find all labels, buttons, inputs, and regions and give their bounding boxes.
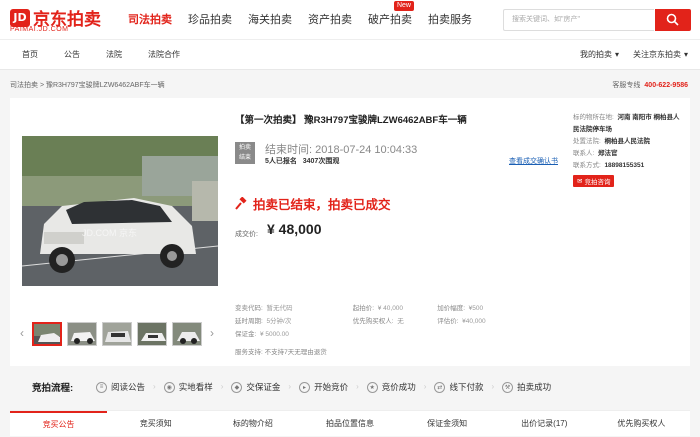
flow-step-read-notice: ≡ 阅读公告	[88, 376, 153, 398]
final-price: ¥ 48,000	[267, 221, 322, 237]
tab-bid-records[interactable]: 出价记录(17)	[496, 411, 593, 436]
detail-tabs: 竞买公告 竞买须知 标的物介绍 拍品位置信息 保证金须知 出价记录(17) 优先…	[10, 410, 690, 436]
end-time: 结束时间: 2018-07-24 10:04:33	[265, 144, 418, 156]
car-photo-image: JD.COM 京东	[22, 136, 218, 286]
tab-deposit-notice[interactable]: 保证金须知	[399, 411, 496, 436]
nav-asset-auction[interactable]: 资产拍卖	[300, 0, 360, 40]
document-icon: ≡	[96, 381, 107, 393]
chat-icon: ✉	[577, 178, 583, 185]
subnav-home[interactable]: 首页	[22, 40, 38, 70]
nav-bankruptcy-auction[interactable]: 破产拍卖 New	[360, 0, 420, 40]
meta-row: 延时周期: 5分钟/次 优先购买权人: 无 评估价: ¥40,000	[235, 318, 486, 325]
main-car-photo[interactable]: JD.COM 京东	[22, 136, 218, 286]
breadcrumb-row: 司法拍卖 > 豫R3H797宝骏牌LZW6462ABF车一辆 客服专线 400-6…	[0, 78, 700, 94]
auction-result: 拍卖已结束，拍卖已成交	[235, 194, 391, 213]
consult-button[interactable]: ✉ 竞拍咨询	[573, 175, 615, 187]
thumbnail-2[interactable]	[67, 322, 97, 346]
trophy-icon: ★	[366, 381, 378, 393]
location-info: 标的物所在地: 河南 南阳市 桐柏县人民法院停车场	[573, 114, 680, 133]
signup-stats: 5人已报名 3407次围观	[265, 158, 340, 165]
follow-jd-auction-menu[interactable]: 关注京东拍卖 ▾	[633, 40, 688, 70]
auction-flow: 竞拍流程: ≡ 阅读公告 › ◉ 实地看样 › ◆ 交保证金 › ▸ 开始竞价 › ★ 竞…	[0, 376, 700, 398]
tab-priority-buyers[interactable]: 优先购买权人	[593, 411, 690, 436]
view-confirmation-link[interactable]: 查看成交确认书	[509, 156, 558, 166]
flow-step-start-bid: ▸ 开始竞价	[291, 376, 356, 398]
thumbnail-5[interactable]	[172, 322, 202, 346]
phone-info: 联系方式: 18898155351	[573, 162, 645, 169]
chevron-down-icon: ▾	[683, 50, 688, 59]
nav-judicial-auction[interactable]: 司法拍卖	[120, 0, 180, 40]
eye-icon: ◉	[163, 381, 175, 393]
flow-step-auction-success: ⚒ 拍卖成功	[494, 376, 559, 398]
auction-detail-card: JD.COM 京东 ‹ › 【第一次拍卖】 豫R3H797宝骏牌LZW6462A…	[10, 98, 690, 366]
service-support: 服务支持: 不支持7天无理由退货	[235, 349, 327, 356]
thumbnail-strip	[32, 322, 202, 346]
nav-auction-service[interactable]: 拍卖服务	[420, 0, 480, 40]
my-auction-menu[interactable]: 我的拍卖 ▾	[580, 40, 619, 70]
nav-customs-auction[interactable]: 海关拍卖	[240, 0, 300, 40]
play-icon: ▸	[299, 381, 311, 393]
flow-step-inspect: ◉ 实地看样	[156, 376, 221, 398]
shield-icon: ◆	[231, 381, 243, 393]
tab-bid-instructions[interactable]: 竞买须知	[107, 411, 204, 436]
contact-info: 联系人: 郑法官	[573, 150, 618, 157]
chevron-down-icon: ▾	[614, 50, 619, 59]
item-info-sidebar: 标的物所在地: 河南 南阳市 桐柏县人民法院停车场 处置法院: 桐柏县人民法院 …	[573, 112, 685, 187]
svg-text:JD.COM 京东: JD.COM 京东	[82, 227, 137, 238]
search-icon	[666, 13, 679, 26]
auction-meta: 变卖代码: 暂无代码 起拍价: ¥ 40,000 加价幅度: ¥500 延时周期…	[235, 302, 555, 359]
main-nav: 司法拍卖 珍品拍卖 海关拍卖 资产拍卖 破产拍卖 New 拍卖服务	[120, 0, 480, 40]
subnav-court-cooperation[interactable]: 法院合作	[148, 40, 180, 70]
top-header: JD 京东拍卖 PAIMAI.JD.COM 司法拍卖 珍品拍卖 海关拍卖 资产拍…	[0, 0, 700, 40]
price-label: 成交价:	[235, 231, 258, 238]
flow-label: 竞拍流程:	[32, 383, 74, 394]
court-info: 处置法院: 桐柏县人民法院	[573, 138, 650, 145]
nav-collectibles-auction[interactable]: 珍品拍卖	[180, 0, 240, 40]
subnav-court[interactable]: 法院	[106, 40, 122, 70]
thumb-prev-arrow-icon[interactable]: ‹	[20, 326, 24, 340]
thumb-next-arrow-icon[interactable]: ›	[210, 326, 214, 340]
gavel-icon: ⚒	[502, 381, 514, 393]
transfer-icon: ⇄	[434, 381, 446, 393]
flow-step-deposit: ◆ 交保证金	[223, 376, 288, 398]
search-button[interactable]	[655, 9, 691, 31]
tab-item-intro[interactable]: 标的物介绍	[204, 411, 301, 436]
auction-title: 【第一次拍卖】 豫R3H797宝骏牌LZW6462ABF车一辆	[235, 115, 467, 126]
sub-nav: 首页 公告 法院 法院合作 我的拍卖 ▾ 关注京东拍卖 ▾	[0, 40, 700, 70]
tab-item-location[interactable]: 拍品位置信息	[301, 411, 398, 436]
gavel-icon	[235, 197, 247, 210]
thumbnail-4[interactable]	[137, 322, 167, 346]
flow-step-bid-success: ★ 竞价成功	[359, 376, 424, 398]
meta-row: 变卖代码: 暂无代码 起拍价: ¥ 40,000 加价幅度: ¥500	[235, 305, 484, 312]
thumbnail-1[interactable]	[32, 322, 62, 346]
logo-mark: JD	[10, 8, 30, 27]
subnav-notice[interactable]: 公告	[64, 40, 80, 70]
flow-step-offline-payment: ⇄ 线下付款	[426, 376, 491, 398]
thumbnail-3[interactable]	[102, 322, 132, 346]
meta-row: 保证金: ¥ 5000.00	[235, 331, 289, 338]
breadcrumb[interactable]: 司法拍卖 > 豫R3H797宝骏牌LZW6462ABF车一辆	[10, 80, 165, 90]
auction-ended-badge: 拍卖 结束	[235, 142, 255, 164]
jd-auction-logo[interactable]: JD 京东拍卖 PAIMAI.JD.COM	[10, 5, 110, 35]
tab-bid-notice[interactable]: 竞买公告	[10, 411, 108, 436]
search-input[interactable]: 搜索关键词、如"房产"	[503, 9, 654, 31]
service-hotline: 客服专线 400-622-9586	[612, 82, 688, 89]
logo-subtitle: PAIMAI.JD.COM	[10, 26, 69, 33]
new-badge: New	[393, 1, 414, 11]
